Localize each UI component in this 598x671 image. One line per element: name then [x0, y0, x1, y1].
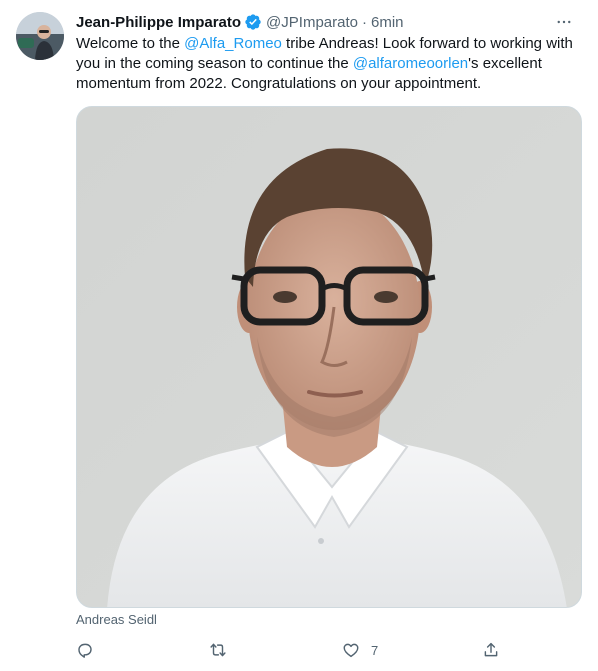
heart-icon	[342, 641, 360, 659]
reply-button[interactable]	[76, 638, 105, 662]
tweet-actions: 7	[76, 638, 582, 662]
mention-alfa-romeo[interactable]: @Alfa_Romeo	[184, 35, 282, 52]
media-caption[interactable]: Andreas Seidl	[76, 612, 157, 627]
share-button[interactable]	[482, 638, 500, 662]
tweet-timestamp[interactable]: 6min	[371, 14, 404, 31]
like-count: 7	[371, 642, 379, 658]
retweet-button[interactable]	[209, 638, 238, 662]
avatar[interactable]	[16, 12, 64, 60]
more-icon[interactable]	[554, 12, 574, 32]
reply-icon	[76, 641, 94, 659]
share-icon	[482, 641, 500, 659]
verified-badge-icon	[244, 13, 262, 31]
retweet-icon	[209, 641, 227, 659]
tweet-text: Welcome to the @Alfa_Romeo tribe Andreas…	[76, 34, 582, 94]
tweet-text-part: Welcome to the	[76, 35, 185, 52]
author-name[interactable]: Jean-Philippe Imparato	[76, 14, 241, 31]
mention-alfaromeoorlen[interactable]: @alfaromeoorlen	[353, 55, 468, 72]
like-button[interactable]: 7	[342, 638, 378, 662]
tweet[interactable]: Jean-Philippe Imparato @JPImparato · 6mi…	[0, 0, 598, 671]
separator-dot: ·	[361, 13, 367, 31]
tweet-photo[interactable]	[76, 106, 582, 608]
author-handle[interactable]: @JPImparato	[266, 14, 358, 31]
tweet-header: Jean-Philippe Imparato @JPImparato · 6mi…	[76, 11, 576, 33]
